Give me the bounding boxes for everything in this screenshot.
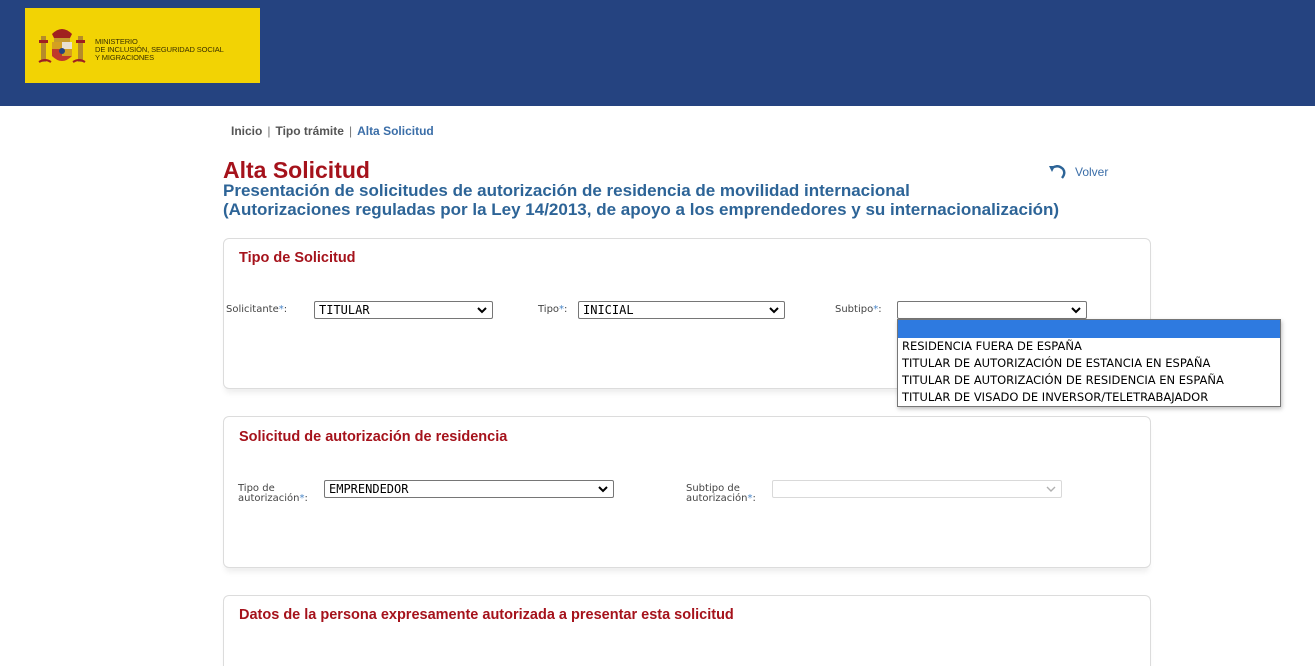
persona-autorizada-heading: Datos de la persona expresamente autoriz…	[239, 607, 734, 623]
tipo-autorizacion-value: EMPRENDEDOR	[329, 482, 409, 496]
page-title: Alta Solicitud	[223, 157, 370, 183]
undo-arrow-icon	[1049, 165, 1066, 179]
chevron-down-icon	[1071, 307, 1081, 314]
breadcrumb-inicio[interactable]: Inicio	[231, 124, 262, 138]
breadcrumb: Inicio | Tipo trámite | Alta Solicitud	[231, 124, 434, 138]
subtipo-autorizacion-label: Subtipo de autorización*:	[686, 483, 756, 504]
coat-of-arms-icon	[38, 29, 86, 63]
tipo-autorizacion-select[interactable]: EMPRENDEDOR	[324, 480, 614, 498]
breadcrumb-alta-solicitud: Alta Solicitud	[357, 124, 434, 138]
subtipo-dropdown-list[interactable]: RESIDENCIA FUERA DE ESPAÑA TITULAR DE AU…	[897, 319, 1281, 407]
subtipo-option-residencia[interactable]: TITULAR DE AUTORIZACIÓN DE RESIDENCIA EN…	[898, 372, 1280, 389]
subtipo-select[interactable]	[897, 301, 1087, 319]
ministry-name: MINISTERIO DE INCLUSIÓN, SEGURIDAD SOCIA…	[95, 38, 224, 62]
chevron-down-icon	[1046, 486, 1056, 492]
tipo-solicitud-heading: Tipo de Solicitud	[239, 250, 356, 266]
tipo-label: Tipo*:	[538, 304, 568, 315]
chevron-down-icon	[477, 307, 487, 314]
breadcrumb-separator: |	[348, 124, 353, 138]
page-subtitle: Presentación de solicitudes de autorizac…	[223, 181, 1059, 219]
top-header: MINISTERIO DE INCLUSIÓN, SEGURIDAD SOCIA…	[0, 0, 1315, 106]
subtitle-line2: (Autorizaciones reguladas por la Ley 14/…	[223, 200, 1060, 219]
volver-label: Volver	[1075, 165, 1109, 179]
ministry-line3: Y MIGRACIONES	[95, 53, 154, 62]
breadcrumb-separator: |	[267, 124, 271, 138]
subtipo-option-empty[interactable]	[898, 320, 1280, 338]
subtipo-option-visado[interactable]: TITULAR DE VISADO DE INVERSOR/TELETRABAJ…	[898, 389, 1280, 406]
subtipo-autorizacion-select[interactable]	[772, 480, 1062, 498]
subtipo-label: Subtipo*:	[835, 304, 882, 315]
ministry-logo[interactable]: MINISTERIO DE INCLUSIÓN, SEGURIDAD SOCIA…	[25, 8, 260, 83]
volver-button[interactable]: Volver	[1048, 165, 1108, 179]
chevron-down-icon	[598, 486, 608, 493]
tipo-select[interactable]: INICIAL	[578, 301, 785, 319]
tipo-autorizacion-label: Tipo de autorización*:	[238, 483, 308, 504]
tipo-value: INICIAL	[583, 303, 634, 317]
breadcrumb-tipo-tramite[interactable]: Tipo trámite	[275, 124, 343, 138]
subtitle-line1: Presentación de solicitudes de autorizac…	[223, 181, 910, 200]
solicitante-value: TITULAR	[319, 303, 370, 317]
solicitante-select[interactable]: TITULAR	[314, 301, 493, 319]
solicitud-residencia-panel: Solicitud de autorización de residencia …	[223, 416, 1151, 568]
chevron-down-icon	[769, 307, 779, 314]
solicitante-label: Solicitante*:	[226, 304, 288, 315]
subtipo-option-estancia[interactable]: TITULAR DE AUTORIZACIÓN DE ESTANCIA EN E…	[898, 355, 1280, 372]
solicitud-residencia-heading: Solicitud de autorización de residencia	[239, 429, 508, 445]
subtipo-option-residencia-fuera[interactable]: RESIDENCIA FUERA DE ESPAÑA	[898, 338, 1280, 355]
persona-autorizada-panel: Datos de la persona expresamente autoriz…	[223, 595, 1151, 666]
